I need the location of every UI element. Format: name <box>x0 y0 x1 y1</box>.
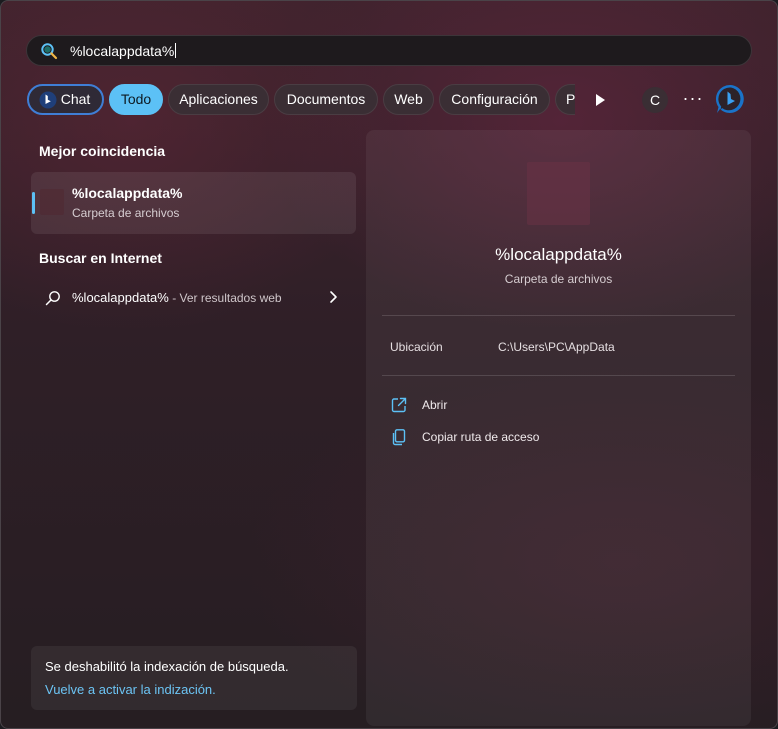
play-icon <box>596 94 605 106</box>
web-search-heading: Buscar en Internet <box>39 250 162 266</box>
detail-type: Carpeta de archivos <box>504 272 613 286</box>
location-value: C:\Users\PC\AppData <box>498 340 615 354</box>
bing-icon <box>715 84 744 113</box>
best-match-heading: Mejor coincidencia <box>39 143 166 159</box>
web-result-item[interactable]: %localappdata% - Ver resultados web <box>31 286 356 310</box>
divider <box>382 375 735 376</box>
indexing-notice: Se deshabilitó la indexación de búsqueda… <box>31 646 357 710</box>
tab-partial[interactable]: P <box>555 84 575 115</box>
tab-web[interactable]: Web <box>383 84 434 115</box>
copy-icon <box>392 429 406 446</box>
web-result-query: %localappdata% <box>72 290 169 305</box>
reenable-indexing-link[interactable]: Vuelve a activar la indización. <box>45 682 216 697</box>
detail-title: %localappdata% <box>495 245 622 264</box>
copy-path-label: Copiar ruta de acceso <box>422 430 540 444</box>
search-icon <box>45 291 60 306</box>
open-external-icon <box>391 397 407 413</box>
scroll-tabs-button[interactable] <box>587 87 613 113</box>
detail-panel: %localappdata% Carpeta de archivos Ubica… <box>366 130 751 726</box>
best-match-name: %localappdata% <box>72 185 183 201</box>
folder-icon <box>40 189 64 215</box>
best-match-type: Carpeta de archivos <box>72 206 180 220</box>
filter-tabs: Chat Todo Aplicaciones Documentos Web Co… <box>1 83 777 117</box>
account-button[interactable]: C <box>642 87 668 113</box>
start-search-window: %localappdata% Chat Todo Aplicaciones Do… <box>0 0 778 729</box>
tab-all[interactable]: Todo <box>109 84 163 115</box>
indexing-message: Se deshabilitó la indexación de búsqueda… <box>45 659 289 674</box>
chevron-right-icon[interactable] <box>327 289 339 305</box>
tab-settings[interactable]: Configuración <box>439 84 550 115</box>
tab-chat[interactable]: Chat <box>27 84 104 115</box>
more-icon[interactable]: ··· <box>680 87 706 113</box>
bing-chat-icon <box>39 91 57 109</box>
search-icon <box>41 43 58 60</box>
web-result-suffix: - Ver resultados web <box>168 291 282 305</box>
folder-icon <box>527 162 590 225</box>
search-bar[interactable]: %localappdata% <box>26 35 752 66</box>
location-label: Ubicación <box>390 340 443 354</box>
search-input[interactable]: %localappdata% <box>70 43 177 59</box>
divider <box>382 315 735 316</box>
tab-apps[interactable]: Aplicaciones <box>168 84 269 115</box>
selection-indicator <box>32 192 35 214</box>
best-match-item[interactable]: %localappdata% Carpeta de archivos <box>31 172 356 234</box>
bing-button[interactable] <box>715 83 747 115</box>
tab-documents[interactable]: Documentos <box>274 84 378 115</box>
open-label: Abrir <box>422 398 448 412</box>
